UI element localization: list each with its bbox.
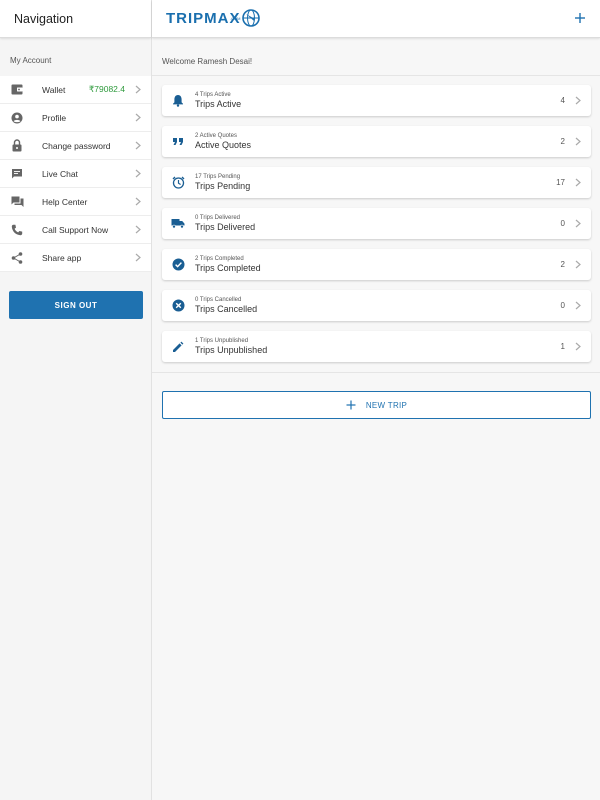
card-subtitle: 2 Active Quotes [195,133,238,139]
chevron-right-icon [575,342,583,351]
card-trips-completed[interactable]: 2 Trips Completed Trips Completed 2 [162,249,591,280]
sign-out-button[interactable]: SIGN OUT [9,291,143,319]
chevron-right-icon [135,85,143,94]
add-trip-button[interactable] [572,10,588,26]
app-bar: TRIPMAX .COM [152,0,600,38]
divider [152,75,600,76]
card-title: Trips Unpublished [195,345,268,355]
chevron-right-icon [135,197,143,206]
card-count: 2 [560,260,565,269]
card-subtitle: 0 Trips Cancelled [195,297,242,303]
chat-icon [10,167,24,181]
card-subtitle: 17 Trips Pending [195,174,241,180]
new-trip-button[interactable]: NEW TRIP [162,391,591,419]
forum-icon [10,195,24,209]
chevron-right-icon [575,301,583,310]
divider [152,372,600,373]
account-menu: Wallet ₹79082.4 Profile Change password … [0,76,151,272]
card-subtitle: 0 Trips Delivered [195,215,241,221]
card-count: 2 [560,137,565,146]
account-circle-icon [10,111,24,125]
chevron-right-icon [135,141,143,150]
chevron-right-icon [575,137,583,146]
chevron-right-icon [135,225,143,234]
new-trip-label: NEW TRIP [365,400,408,410]
globe-icon [241,9,260,27]
menu-item-call-support[interactable]: Call Support Now [0,216,151,244]
logo-subtext: .COM [230,16,241,21]
menu-item-label: Profile [42,112,67,123]
chevron-right-icon [575,178,583,187]
card-trips-delivered[interactable]: 0 Trips Delivered Trips Delivered 0 [162,208,591,239]
tripmax-logo: TRIPMAX [166,8,260,28]
card-active-quotes[interactable]: 2 Active Quotes Active Quotes 2 [162,126,591,157]
trip-summary-list: 4 Trips Active Trips Active 4 2 Active Q… [162,85,591,372]
card-count: 17 [556,178,565,187]
share-icon [10,251,24,265]
chevron-right-icon [135,169,143,178]
wallet-icon [10,83,24,97]
chevron-right-icon [575,260,583,269]
card-title: Active Quotes [195,140,252,150]
pencil-icon [171,340,185,354]
menu-item-change-password[interactable]: Change password [0,132,151,160]
card-subtitle: 4 Trips Active [195,92,231,98]
truck-icon [171,217,185,231]
menu-item-label: Help Center [42,196,88,207]
card-title: Trips Active [195,99,242,109]
menu-item-wallet[interactable]: Wallet ₹79082.4 [0,76,151,104]
my-account-label: My Account [10,56,52,65]
plus-icon [575,13,585,23]
menu-item-help-center[interactable]: Help Center [0,188,151,216]
chevron-right-icon [135,113,143,122]
card-trips-pending[interactable]: 17 Trips Pending Trips Pending 17 [162,167,591,198]
menu-item-live-chat[interactable]: Live Chat [0,160,151,188]
phone-icon [10,223,24,237]
menu-item-label: Wallet [42,84,66,95]
wallet-balance: ₹79082.4 [88,84,125,94]
card-subtitle: 2 Trips Completed [195,256,244,262]
card-count: 1 [560,342,565,351]
menu-item-profile[interactable]: Profile [0,104,151,132]
card-count: 4 [560,96,565,105]
menu-item-share-app[interactable]: Share app [0,244,151,272]
cancel-icon [171,299,185,313]
drawer-header: Navigation [0,0,151,38]
menu-item-label: Live Chat [42,168,78,179]
quote-icon [171,135,185,149]
card-title: Trips Cancelled [195,304,258,314]
card-title: Trips Delivered [195,222,256,232]
card-trips-active[interactable]: 4 Trips Active Trips Active 4 [162,85,591,116]
card-trips-unpublished[interactable]: 1 Trips Unpublished Trips Unpublished 1 [162,331,591,362]
menu-item-label: Change password [42,140,111,151]
welcome-message: Welcome Ramesh Desai! [162,57,253,66]
menu-item-label: Call Support Now [42,224,109,235]
check-circle-icon [171,258,185,272]
chevron-right-icon [575,96,583,105]
card-trips-cancelled[interactable]: 0 Trips Cancelled Trips Cancelled 0 [162,290,591,321]
card-title: Trips Completed [195,263,261,273]
bell-icon [171,94,185,108]
chevron-right-icon [135,253,143,262]
navigation-drawer: Navigation My Account Wallet ₹79082.4 Pr… [0,0,152,800]
chevron-right-icon [575,219,583,228]
card-count: 0 [560,301,565,310]
menu-item-label: Share app [42,252,82,263]
lock-icon [10,139,24,153]
drawer-title: Navigation [14,11,74,26]
card-count: 0 [560,219,565,228]
card-subtitle: 1 Trips Unpublished [195,338,249,344]
card-title: Trips Pending [195,181,251,191]
plus-icon [346,398,356,412]
alarm-icon [171,176,185,190]
